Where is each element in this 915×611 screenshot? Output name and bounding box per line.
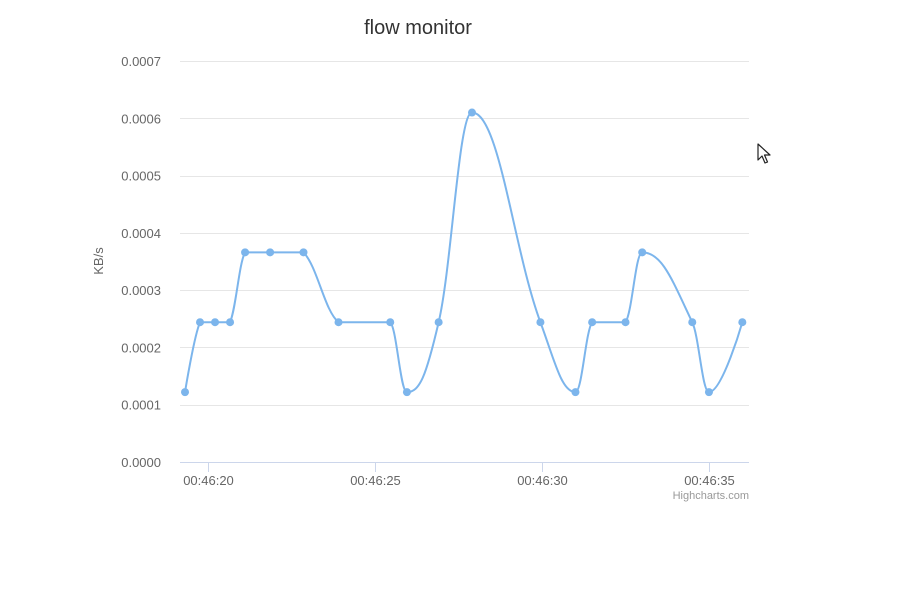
credits-link[interactable]: Highcharts.com — [673, 490, 749, 502]
chart-container: flow monitor 0.0000 0.0001 0.0002 0.0003 0.0… — [0, 0, 915, 606]
data-point[interactable] — [181, 388, 190, 397]
x-tick-label: 00:46:30 — [517, 473, 568, 488]
y-axis-title: KB/s — [91, 247, 106, 275]
data-point[interactable] — [402, 388, 411, 397]
data-point[interactable] — [196, 318, 205, 327]
data-point[interactable] — [536, 318, 545, 327]
data-point[interactable] — [468, 108, 477, 117]
y-tick-label: 0.0004 — [121, 226, 161, 241]
data-point[interactable] — [688, 318, 697, 327]
data-point[interactable] — [638, 248, 647, 257]
y-tick-label: 0.0005 — [121, 169, 161, 184]
y-tick-label: 0.0001 — [121, 398, 161, 413]
grid-group — [180, 61, 749, 406]
data-point[interactable] — [241, 248, 250, 257]
y-axis-ticks: 0.0000 0.0001 0.0002 0.0003 0.0004 0.0005 0.00… — [121, 54, 161, 470]
data-point[interactable] — [266, 248, 275, 257]
arrow-pointer-icon — [757, 143, 771, 164]
y-tick-label: 0.0002 — [121, 340, 161, 355]
y-tick-label: 0.0007 — [121, 54, 161, 69]
x-tick-label: 00:46:35 — [684, 473, 735, 488]
chart-svg: flow monitor 0.00000.00010.00020.00030.0… — [91, 17, 749, 502]
data-point[interactable] — [334, 318, 343, 327]
x-tick-label: 00:46:20 — [183, 473, 234, 488]
data-point[interactable] — [386, 318, 395, 327]
data-point[interactable] — [434, 318, 443, 327]
y-tick-label: 0.0003 — [121, 283, 161, 298]
data-point[interactable] — [571, 388, 580, 397]
data-point[interactable] — [621, 318, 630, 327]
y-tick-label: 0.0006 — [121, 111, 161, 126]
data-point[interactable] — [588, 318, 597, 327]
data-point[interactable] — [226, 318, 235, 327]
data-point[interactable] — [704, 388, 713, 397]
chart-title: flow monitor — [364, 17, 472, 39]
series-group — [181, 108, 747, 397]
y-tick-label: 0.0000 — [121, 455, 161, 470]
x-axis-ticks: 00:46:20 00:46:25 00:46:30 00:46:35 — [183, 462, 735, 488]
x-tick-label: 00:46:25 — [350, 473, 401, 488]
data-point[interactable] — [299, 248, 308, 257]
data-point[interactable] — [211, 318, 220, 327]
data-point[interactable] — [738, 318, 747, 327]
